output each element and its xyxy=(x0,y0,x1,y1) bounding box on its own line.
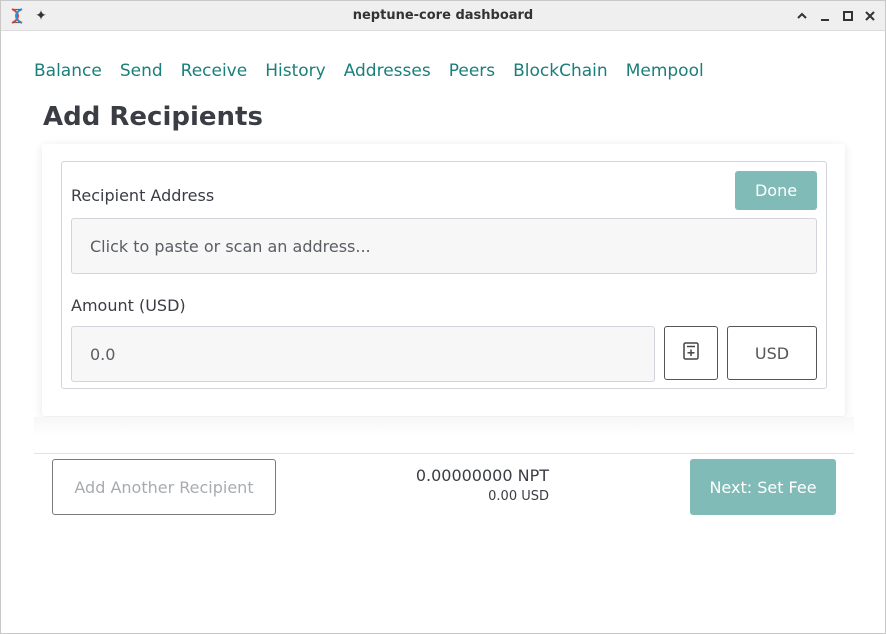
nav-balance[interactable]: Balance xyxy=(34,61,102,81)
next-set-fee-button[interactable]: Next: Set Fee xyxy=(690,459,836,515)
done-button[interactable]: Done xyxy=(735,171,817,210)
recipient-address-input[interactable]: Click to paste or scan an address... xyxy=(71,218,817,274)
page-title: Add Recipients xyxy=(43,102,263,132)
currency-toggle-button[interactable]: USD xyxy=(727,326,817,380)
minimize-icon[interactable] xyxy=(816,7,834,25)
card-shadow-band xyxy=(34,417,854,437)
nav-addresses[interactable]: Addresses xyxy=(344,61,431,81)
totals: 0.00000000 NPT 0.00 USD xyxy=(381,466,549,504)
nav-receive[interactable]: Receive xyxy=(181,61,248,81)
nav-history[interactable]: History xyxy=(265,61,325,81)
footer-divider xyxy=(34,453,854,454)
nav-blockchain[interactable]: BlockChain xyxy=(513,61,608,81)
title-bar: ✦ neptune-core dashboard xyxy=(1,1,885,31)
add-another-recipient-button[interactable]: Add Another Recipient xyxy=(52,459,276,515)
calculator-icon xyxy=(683,342,699,364)
total-usd: 0.00 USD xyxy=(488,489,549,504)
app-window: ✦ neptune-core dashboard Balance Send Re… xyxy=(0,0,886,634)
amount-label: Amount (USD) xyxy=(71,296,186,315)
recipients-card: Recipient Address Done Click to paste or… xyxy=(42,144,845,416)
nav-send[interactable]: Send xyxy=(120,61,163,81)
nav-mempool[interactable]: Mempool xyxy=(626,61,704,81)
maximize-icon[interactable] xyxy=(839,7,857,25)
chevron-up-icon[interactable] xyxy=(793,7,811,25)
recipient-address-label: Recipient Address xyxy=(71,186,215,205)
main-nav: Balance Send Receive History Addresses P… xyxy=(34,61,722,81)
nav-peers[interactable]: Peers xyxy=(449,61,495,81)
close-icon[interactable] xyxy=(861,7,879,25)
recipient-entry: Recipient Address Done Click to paste or… xyxy=(61,161,827,389)
window-title: neptune-core dashboard xyxy=(352,8,534,23)
total-npt: 0.00000000 NPT xyxy=(415,466,549,485)
amount-input[interactable]: 0.0 xyxy=(71,326,655,382)
calculator-button[interactable] xyxy=(664,326,718,380)
